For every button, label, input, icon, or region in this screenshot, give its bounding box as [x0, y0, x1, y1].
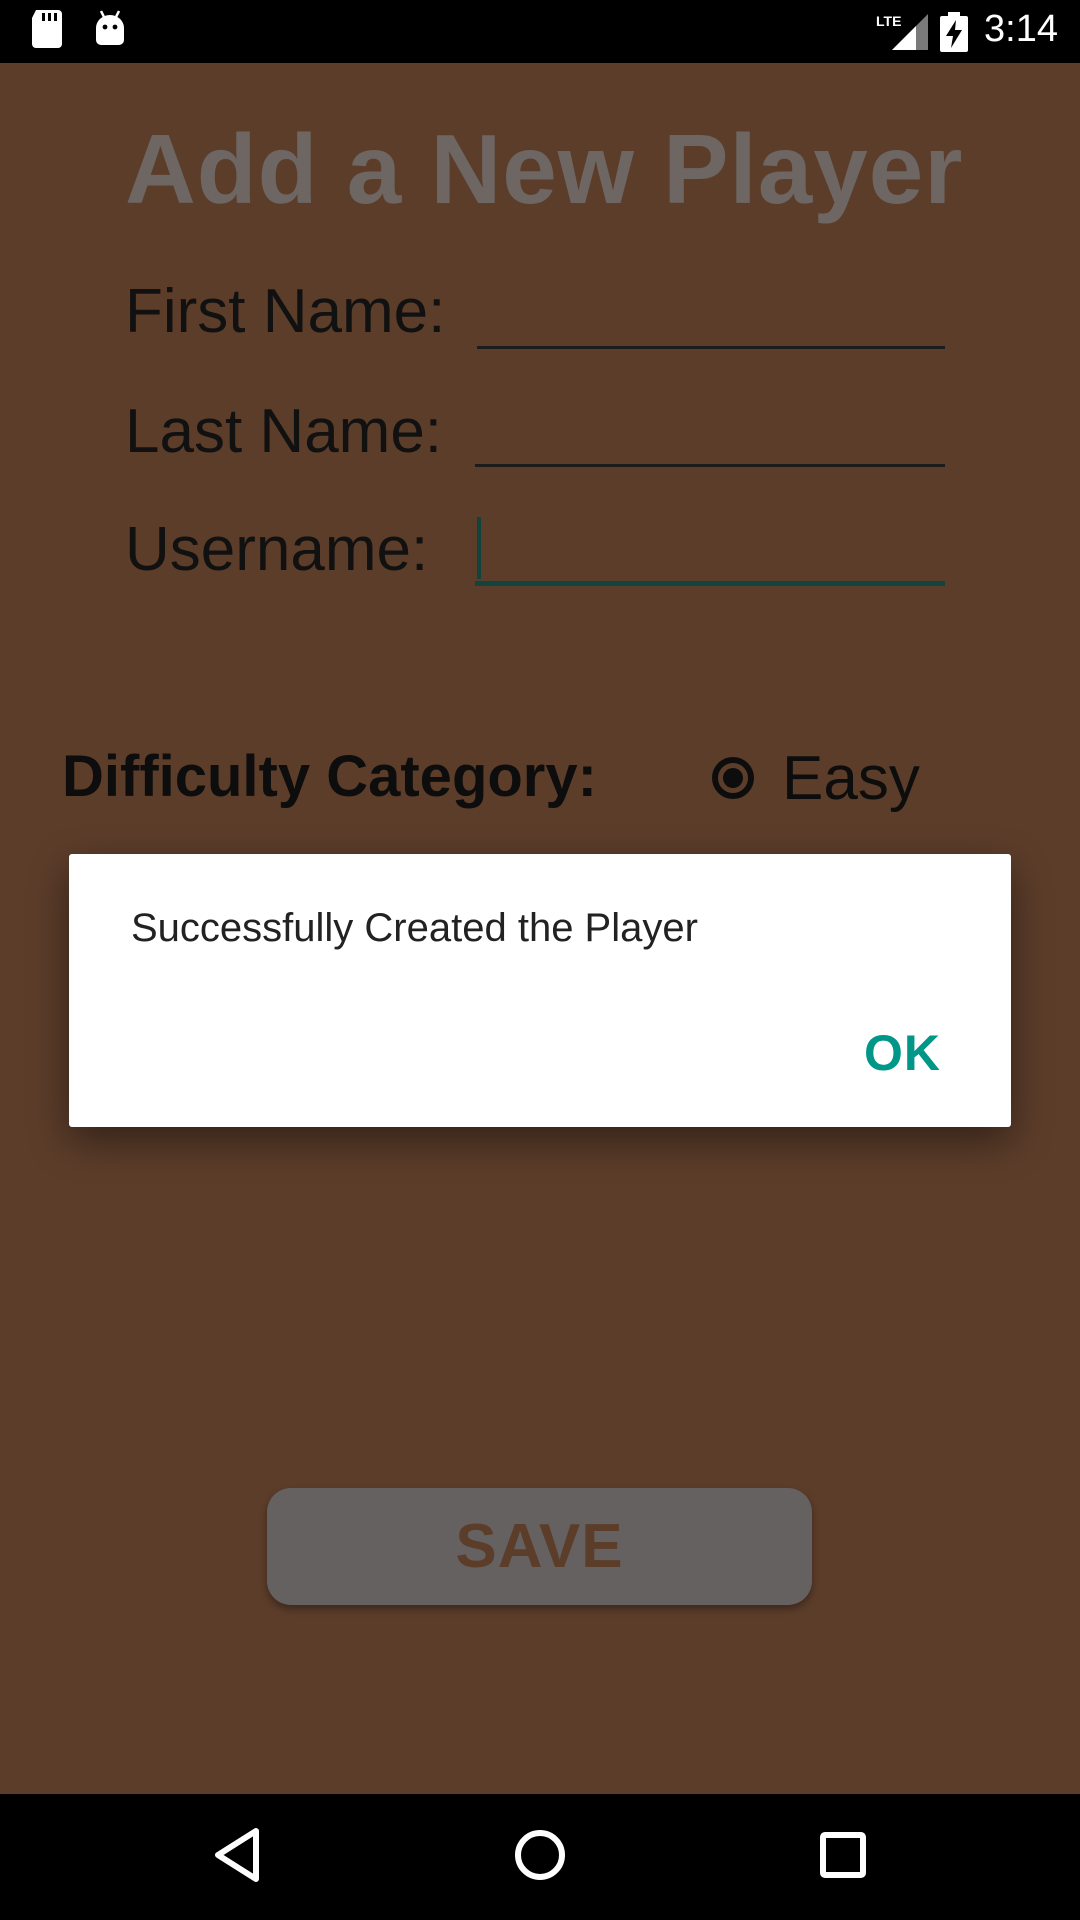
first-name-underline — [477, 346, 945, 349]
android-debug-icon — [96, 10, 124, 45]
dialog-message: Successfully Created the Player — [131, 906, 698, 950]
difficulty-category-label: Difficulty Category: — [62, 744, 597, 809]
home-icon[interactable] — [514, 1829, 566, 1881]
sd-card-icon — [32, 10, 62, 48]
status-clock: 3:14 — [984, 8, 1058, 50]
svg-text:LTE: LTE — [876, 13, 901, 29]
alert-dialog: Successfully Created the Player OK — [69, 854, 1011, 1127]
radio-selected-dot — [723, 768, 743, 788]
add-player-screen: Add a New Player First Name: Last Name: … — [0, 63, 1080, 1794]
back-icon[interactable] — [212, 1827, 262, 1883]
easy-option-label[interactable]: Easy — [782, 743, 920, 814]
username-underline — [475, 581, 945, 586]
username-field[interactable] — [475, 515, 945, 585]
text-cursor — [477, 517, 481, 579]
last-name-underline — [475, 464, 945, 467]
easy-radio-button[interactable] — [712, 757, 754, 799]
last-name-label: Last Name: — [125, 397, 443, 466]
last-name-field[interactable] — [475, 401, 945, 471]
save-button[interactable]: SAVE — [267, 1488, 812, 1605]
page-title: Add a New Player — [125, 114, 964, 224]
battery-charging-icon — [940, 12, 968, 52]
recents-icon[interactable] — [820, 1832, 866, 1878]
username-label: Username: — [125, 515, 429, 584]
lte-signal-icon: LTE — [876, 13, 928, 50]
first-name-field[interactable] — [477, 283, 945, 353]
navigation-bar — [0, 1794, 1080, 1920]
first-name-label: First Name: — [125, 277, 446, 346]
status-bar: LTE 3:14 — [0, 0, 1080, 63]
ok-button[interactable]: OK — [864, 1024, 941, 1082]
